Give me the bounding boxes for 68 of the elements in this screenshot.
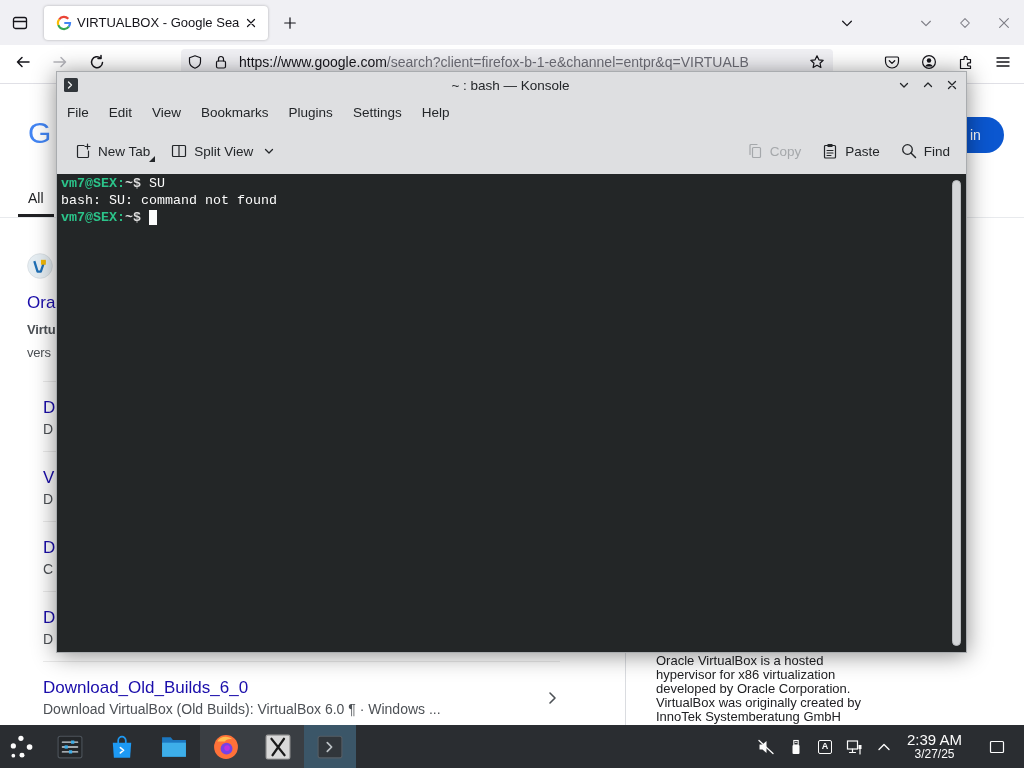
menu-item[interactable]: Plugins — [278, 103, 343, 123]
app-launcher-icon — [9, 733, 35, 760]
sitelink-title[interactable]: D — [43, 607, 56, 629]
shield-icon — [187, 54, 203, 70]
menu-item[interactable]: View — [142, 103, 192, 123]
terminal-command: SU — [149, 175, 165, 192]
terminal-output: bash: SU: command not found — [61, 192, 277, 209]
favicon-icon — [56, 14, 72, 31]
tabs-icon[interactable] — [12, 14, 28, 31]
browser-icon — [213, 733, 239, 760]
lock-icon — [213, 54, 229, 70]
wired-network-icon[interactable] — [845, 738, 862, 755]
reload-icon[interactable] — [89, 54, 105, 70]
toolbar-button[interactable]: New Tab — [67, 137, 159, 165]
search-icon — [900, 143, 917, 159]
back-arrow-icon[interactable] — [15, 54, 31, 70]
sitelink-snippet: D — [43, 490, 54, 509]
site-logo-icon — [27, 253, 53, 279]
puzzle-icon[interactable] — [958, 54, 974, 70]
sitelink-snippet: D — [43, 630, 54, 649]
account-icon[interactable] — [921, 54, 937, 70]
new-tab-icon[interactable] — [283, 15, 297, 30]
result-title-link[interactable]: Ora — [27, 291, 56, 315]
menu-item[interactable]: Settings — [342, 103, 412, 123]
menu-item[interactable]: Edit — [98, 103, 143, 123]
terminal-icon — [317, 733, 343, 760]
browser-tab[interactable]: VIRTUALBOX - Google Sea — [44, 5, 268, 40]
new-tab-icon — [75, 143, 91, 159]
sitelink-snippet: C — [43, 560, 54, 579]
toolbar-button[interactable]: Find — [892, 137, 958, 165]
sitelink-title[interactable]: D — [43, 397, 56, 419]
menu-item[interactable]: Help — [411, 103, 460, 123]
sitelink-snippet: Download VirtualBox (Old Builds): VirtualBox 6.0 ¶ · Windows ... — [43, 700, 441, 719]
show-desktop-icon[interactable] — [989, 738, 1005, 755]
speaker-muted-icon[interactable] — [757, 738, 774, 755]
menu-icon[interactable] — [995, 54, 1011, 70]
dropdown-caret-icon — [149, 156, 156, 162]
terminal-area[interactable]: vm7@SEX:~$ SU bash: SU: command not found vm7@SEX:~$ — [57, 174, 966, 652]
terminal-prompt: vm7@SEX:~$ — [61, 175, 141, 192]
clipboard-icon — [822, 143, 839, 159]
search-tab[interactable]: All — [18, 190, 54, 217]
description-text: Oracle VirtualBox is a hosted hypervisor for x86 virtualization developed by Oracle Corporation. VirtualBox was originally created by InnoTek Systemberatung GmbH — [656, 654, 861, 724]
terminal-app-icon — [63, 77, 79, 93]
sliders-icon — [57, 733, 83, 760]
sign-in-button[interactable]: in — [967, 117, 1004, 153]
close-icon[interactable] — [946, 79, 958, 91]
copy-icon — [746, 143, 763, 159]
menu-item[interactable]: File — [57, 103, 99, 123]
sitelink-title[interactable]: Download_Old_Builds_6_0 — [43, 677, 249, 699]
sitelink-snippet: D — [43, 420, 54, 439]
chevron-badge-icon[interactable] — [884, 54, 900, 70]
taskbar-button[interactable] — [252, 725, 304, 768]
x-logo-icon — [265, 733, 291, 760]
result-snippet: Virtu vers — [27, 321, 56, 362]
terminal-prompt: vm7@SEX:~$ — [61, 209, 141, 226]
star-icon[interactable] — [809, 54, 825, 70]
window-title: ~ : bash — Konsole — [451, 77, 570, 93]
scrollbar[interactable] — [952, 180, 961, 646]
sitelink-title[interactable]: V — [43, 467, 55, 489]
clock-date[interactable]: 3/27/25 — [914, 748, 955, 761]
toolbar-button[interactable]: Paste — [814, 137, 888, 165]
split-view-icon — [171, 143, 188, 159]
logo-text: G — [28, 117, 52, 149]
keyboard-layout-indicator[interactable]: A — [817, 739, 832, 754]
toolbar-button[interactable]: Split View — [163, 137, 284, 165]
clock-time[interactable]: 2:39 AM — [906, 732, 962, 748]
menu-item[interactable]: Bookmarks — [191, 103, 279, 123]
sitelink-title[interactable]: D — [43, 537, 56, 559]
